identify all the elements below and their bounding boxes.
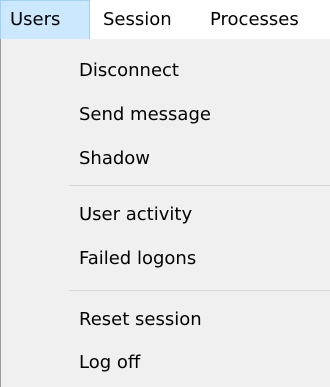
menu-item-log-off[interactable]: Log off (79, 345, 140, 381)
menu-session[interactable]: Session (103, 0, 172, 39)
menu-screen: Users Session Processes Disconnect Send … (0, 0, 330, 387)
menubar: Users Session Processes (0, 0, 330, 39)
menu-item-disconnect[interactable]: Disconnect (79, 53, 179, 89)
menu-item-user-activity[interactable]: User activity (79, 197, 192, 233)
menu-item-send-message[interactable]: Send message (79, 97, 211, 133)
menu-item-reset-session[interactable]: Reset session (79, 302, 202, 338)
menu-processes[interactable]: Processes (210, 0, 299, 39)
users-dropdown-menu: Disconnect Send message Shadow User acti… (0, 39, 330, 387)
menu-item-failed-logons[interactable]: Failed logons (79, 241, 196, 277)
menu-separator (69, 290, 330, 291)
menu-item-shadow[interactable]: Shadow (79, 141, 150, 177)
menu-separator (69, 185, 330, 186)
menu-users[interactable]: Users (0, 0, 90, 39)
